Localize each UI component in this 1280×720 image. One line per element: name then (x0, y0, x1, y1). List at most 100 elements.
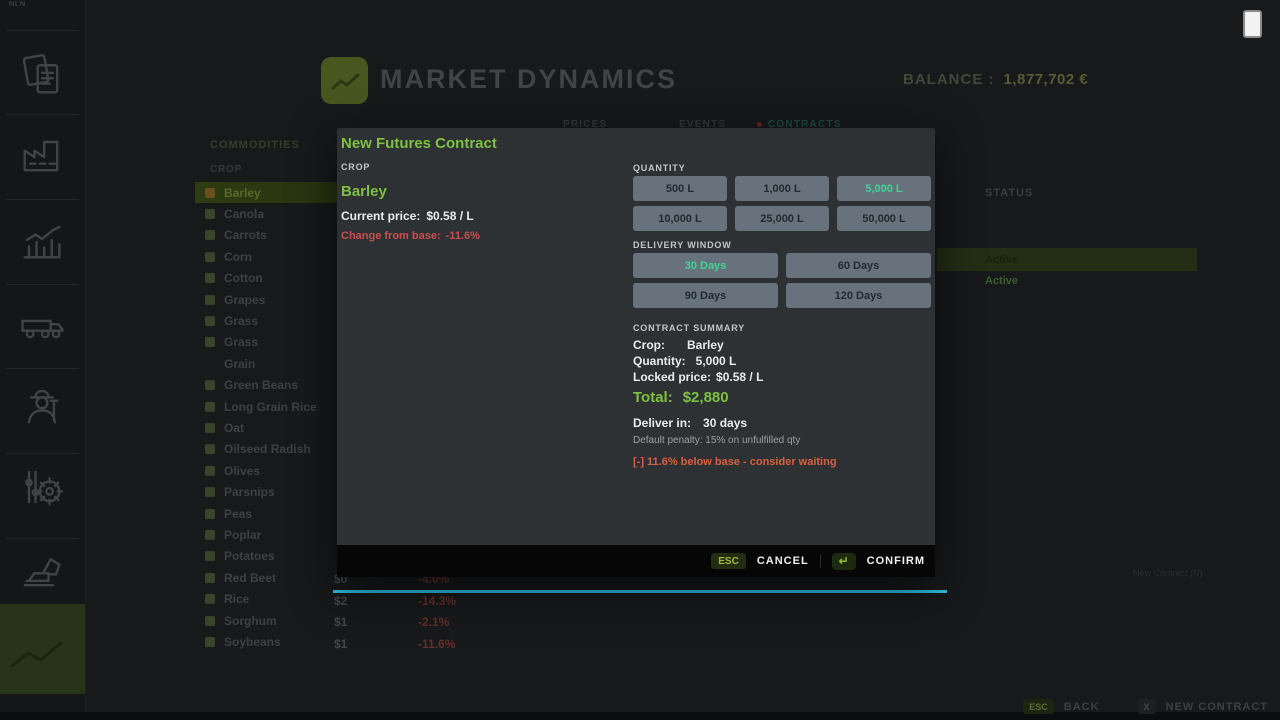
price-cell: $2 (334, 594, 347, 608)
crop-icon (205, 530, 215, 540)
current-price-row: Current price:$0.58 / L (341, 209, 474, 223)
notification-dot (757, 122, 762, 127)
change-from-base-row: Change from base:-11.6% (341, 230, 480, 242)
summary-crop-label: Crop: (633, 338, 677, 352)
change-label: Change from base: (341, 230, 441, 242)
commodity-row[interactable]: Grass (195, 332, 345, 353)
quantity-option-25000[interactable]: 25,000 L (735, 206, 829, 231)
commodity-row[interactable]: Red Beet (195, 567, 345, 588)
contract-options-column: QUANTITY 500 L 1,000 L 5,000 L 10,000 L … (633, 128, 931, 577)
dialog-title: New Futures Contract (341, 135, 497, 152)
summary-locked-price-row: Locked price:$0.58 / L (633, 370, 763, 384)
commodity-row[interactable]: Olives (195, 460, 345, 481)
construction-excavator-icon[interactable] (16, 544, 68, 596)
contracts-documents-icon[interactable] (16, 49, 68, 101)
commodity-row[interactable]: Canola (195, 203, 345, 224)
vehicles-truck-icon[interactable] (16, 296, 68, 348)
crop-icon (205, 402, 215, 412)
new-futures-contract-dialog: New Futures Contract CROP Barley Current… (337, 128, 935, 577)
crop-icon (205, 466, 215, 476)
quantity-option-10000[interactable]: 10,000 L (633, 206, 727, 231)
commodity-row[interactable]: Sorghum (195, 610, 345, 631)
back-button[interactable]: BACK (1064, 701, 1100, 713)
settings-tools-icon[interactable] (16, 461, 68, 513)
commodity-row[interactable]: Oat (195, 417, 345, 438)
delivery-option-90[interactable]: 90 Days (633, 283, 778, 308)
commodity-row[interactable]: Cotton (195, 268, 345, 289)
quantity-option-1000[interactable]: 1,000 L (735, 176, 829, 201)
crop-icon (205, 252, 215, 262)
total-row: Total:$2,880 (633, 389, 729, 406)
price-cell: $1 (334, 637, 347, 651)
status-column-header: STATUS (985, 187, 1033, 199)
commodity-row[interactable]: Peas (195, 503, 345, 524)
crop-icon (205, 509, 215, 519)
commodity-row[interactable]: Green Beans (195, 375, 345, 396)
delivery-option-60[interactable]: 60 Days (786, 253, 931, 278)
x-key-badge: X (1138, 699, 1156, 714)
production-factory-icon[interactable] (16, 129, 68, 181)
commodity-row[interactable]: Grain (195, 353, 345, 374)
divider (6, 30, 79, 31)
divider (6, 114, 79, 115)
deliver-in-label: Deliver in: (633, 416, 691, 430)
commodity-row[interactable]: Rice (195, 588, 345, 609)
total-label: Total: (633, 389, 673, 406)
deliver-in-value: 30 days (703, 416, 747, 430)
crop-icon (205, 359, 215, 369)
commodity-row[interactable]: Potatoes (195, 546, 345, 567)
commodity-row[interactable]: Parsnips (195, 481, 345, 502)
crop-icon (205, 551, 215, 561)
divider (6, 538, 79, 539)
delivery-options: 30 Days 60 Days 90 Days 120 Days (633, 253, 931, 308)
farmer-character-icon[interactable] (16, 379, 68, 431)
commodity-row[interactable]: Poplar (195, 524, 345, 545)
status-badge: Active (985, 254, 1018, 266)
commodity-row[interactable]: Oilseed Radish (195, 439, 345, 460)
delivery-option-30-selected[interactable]: 30 Days (633, 253, 778, 278)
divider (6, 199, 79, 200)
cancel-button[interactable]: CANCEL (757, 555, 809, 567)
summary-locked-price-value: $0.58 / L (716, 370, 763, 384)
deliver-in-row: Deliver in: 30 days (633, 416, 747, 430)
summary-quantity-row: Quantity:5,000 L (633, 354, 736, 368)
delivery-option-120[interactable]: 120 Days (786, 283, 931, 308)
commodity-row-barley[interactable]: Barley (195, 182, 345, 203)
crop-icon (205, 273, 215, 283)
statistics-chart-icon[interactable] (16, 214, 68, 266)
crop-icon (205, 637, 215, 647)
change-cell: -11.6% (418, 637, 455, 651)
contract-row-highlighted[interactable]: Active (937, 248, 1197, 271)
crop-label: CROP (341, 162, 370, 172)
phone-icon (1243, 10, 1262, 38)
corner-debug-text: NLN (9, 1, 26, 8)
price-cell: $1 (334, 615, 347, 629)
change-cell: -2.1% (418, 615, 449, 629)
commodity-row[interactable]: Grapes (195, 289, 345, 310)
balance-label: BALANCE : (903, 71, 995, 88)
default-penalty-text: Default penalty: 15% on unfulfilled qty (633, 435, 800, 446)
commodity-row[interactable]: Grass (195, 310, 345, 331)
crop-icon (205, 209, 215, 219)
new-contract-button[interactable]: NEW CONTRACT (1166, 701, 1268, 713)
balance-value: 1,877,702 € (1004, 71, 1089, 88)
commodity-row[interactable]: Corn (195, 246, 345, 267)
new-contract-hint: New Contract (N) (1133, 568, 1203, 578)
confirm-button[interactable]: CONFIRM (867, 555, 925, 567)
price-chart-line (333, 590, 947, 593)
bottom-nav: ESC BACK X NEW CONTRACT (1023, 699, 1268, 714)
crop-icon (205, 316, 215, 326)
commodity-row[interactable]: Carrots (195, 225, 345, 246)
commodity-row[interactable]: Long Grain Rice (195, 396, 345, 417)
quantity-option-500[interactable]: 500 L (633, 176, 727, 201)
divider (6, 368, 79, 369)
quantity-label: QUANTITY (633, 163, 685, 173)
commodity-row[interactable]: Soybeans (195, 631, 345, 652)
quantity-option-5000-selected[interactable]: 5,000 L (837, 176, 931, 201)
map-icon[interactable] (0, 604, 85, 694)
divider (6, 453, 79, 454)
crop-column-header: CROP (210, 164, 242, 175)
below-base-warning: [-] 11.6% below base - consider waiting (633, 456, 837, 468)
summary-quantity-label: Quantity: (633, 354, 686, 368)
quantity-option-50000[interactable]: 50,000 L (837, 206, 931, 231)
